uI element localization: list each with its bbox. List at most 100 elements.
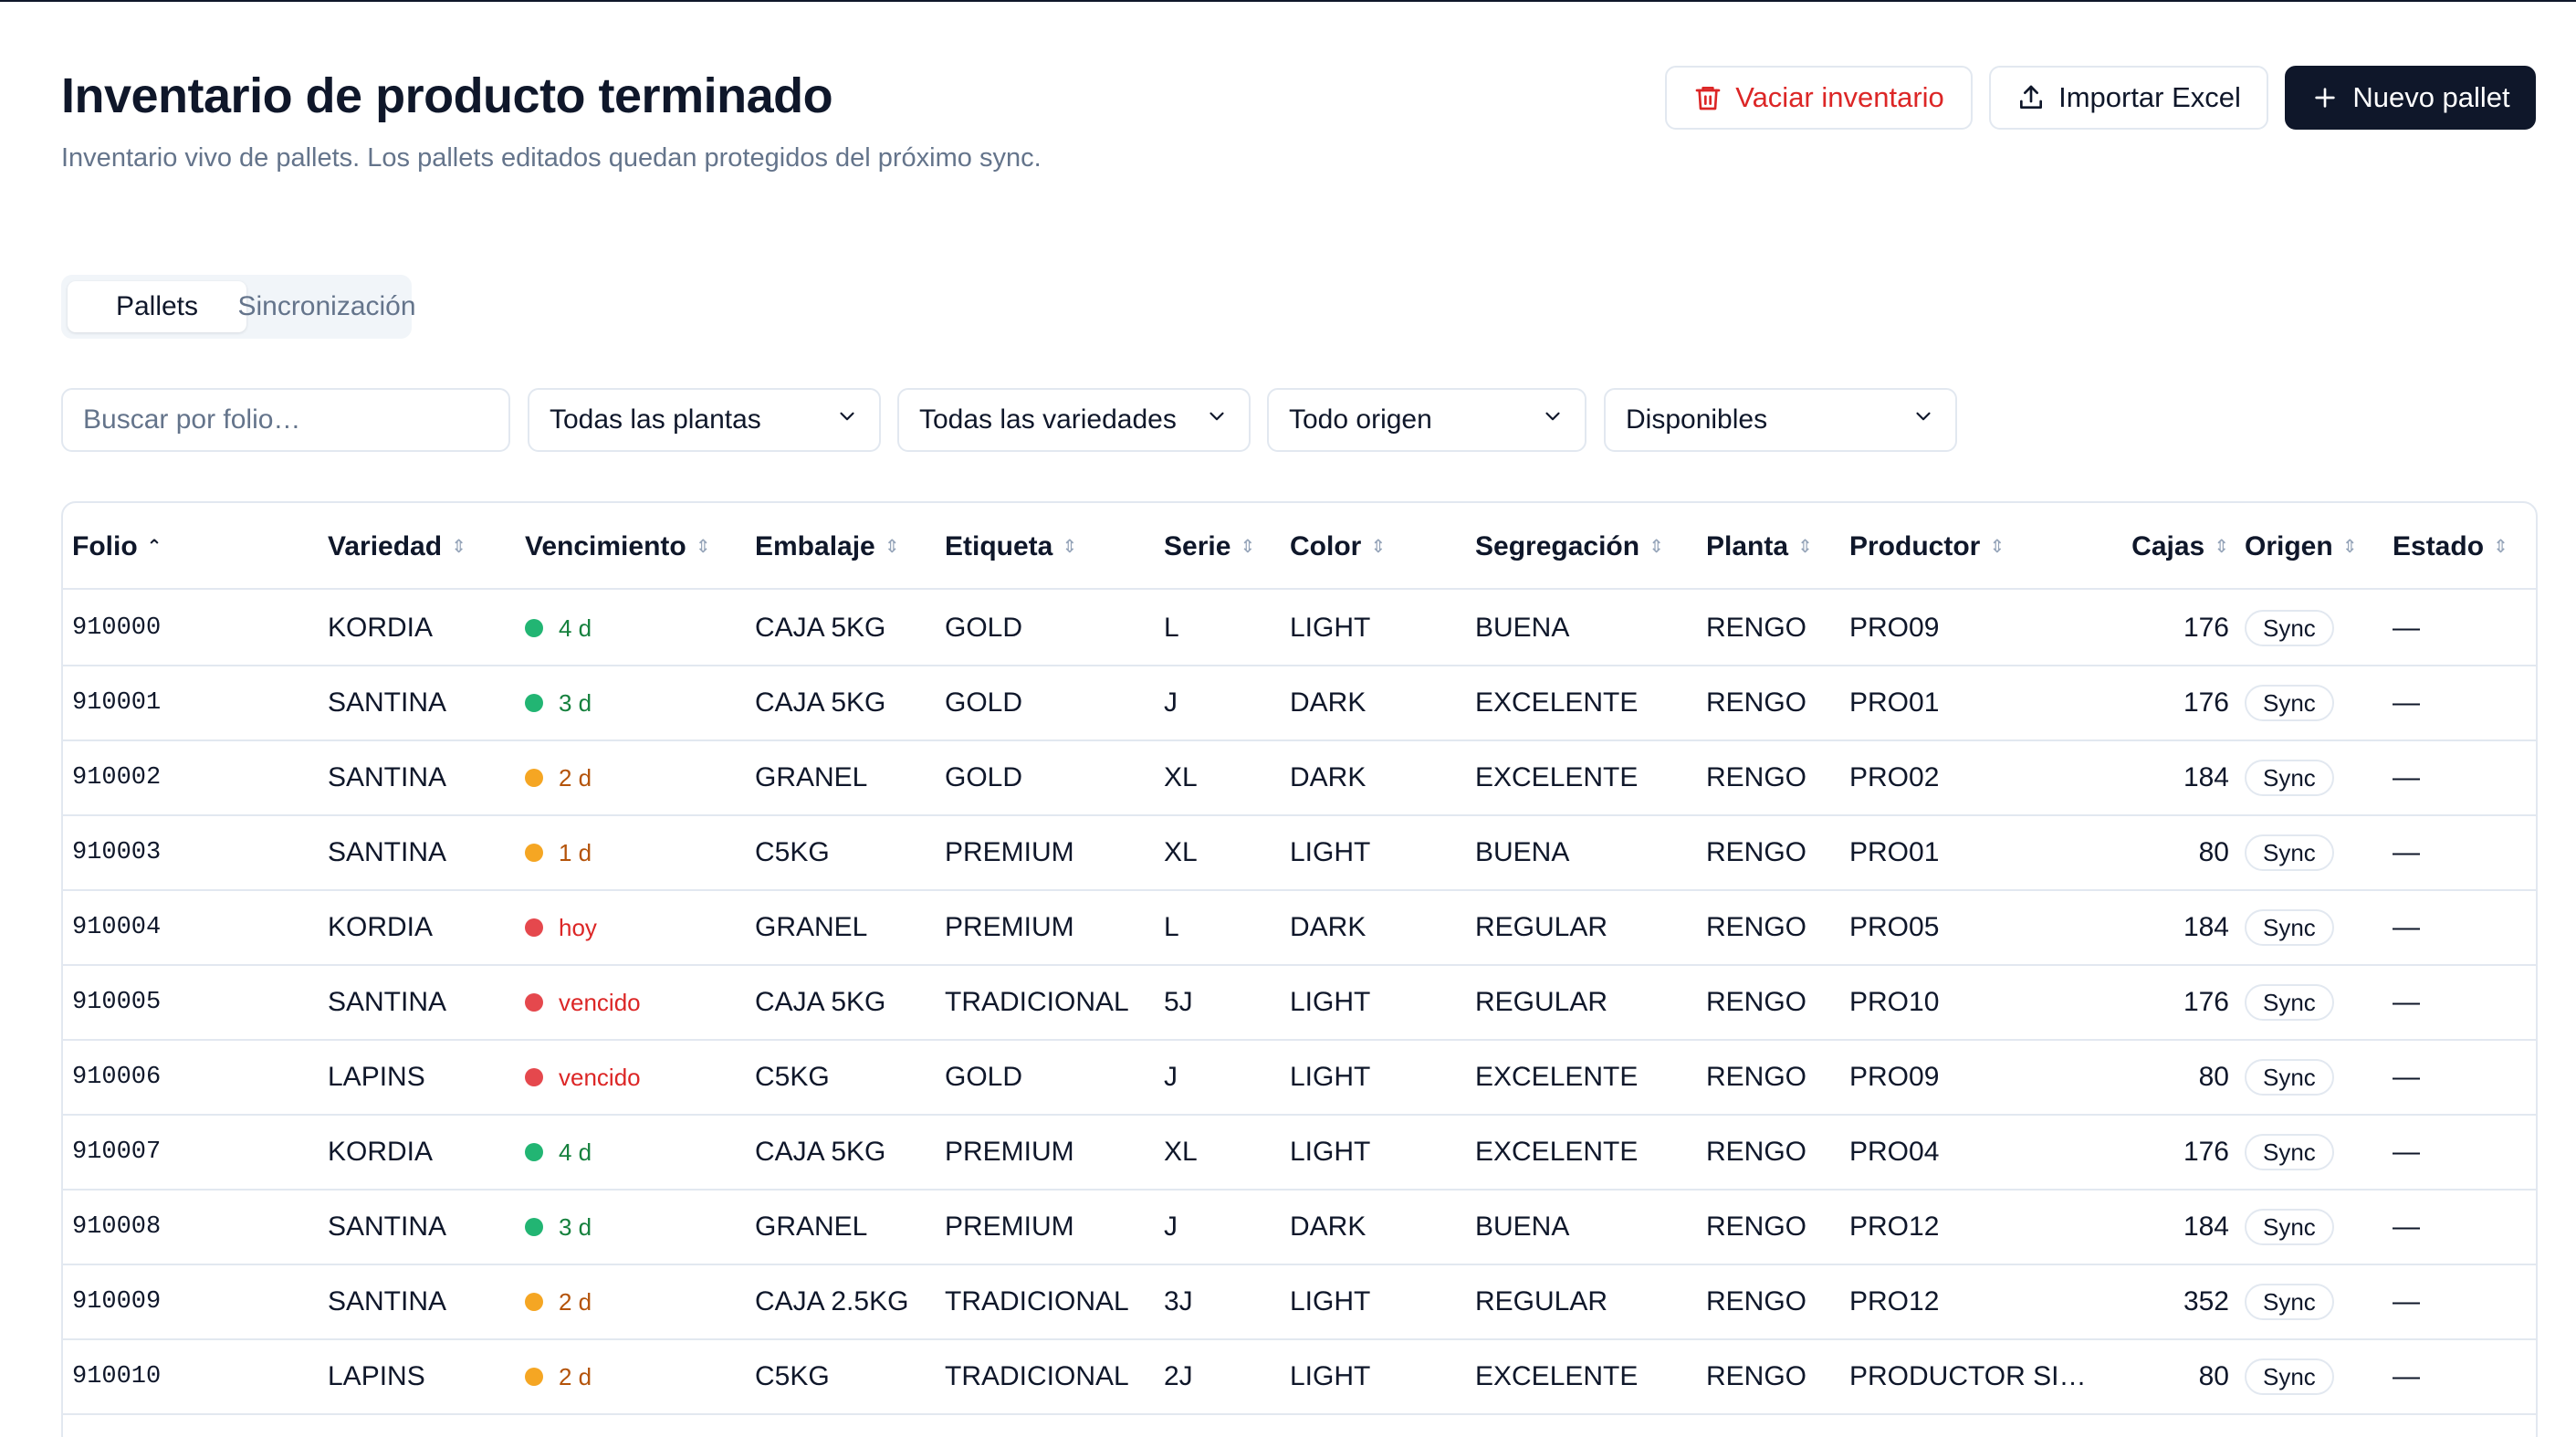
folio-cell: 910005 [72, 989, 162, 1016]
estado-cell: — [2393, 987, 2420, 1017]
vencimiento-text: 1 d [559, 838, 592, 866]
productor-cell: PRO01 [1849, 687, 1940, 718]
table-row[interactable]: 910001 SANTINA 3 d CAJA 5KG GOLD J DARK EXCELEN… [63, 666, 2536, 741]
origin-badge: Sync [2245, 1209, 2334, 1245]
serie-cell: XL [1164, 762, 1198, 792]
variety-select-value: Todas las variedades [919, 404, 1177, 435]
search-input[interactable] [83, 404, 488, 435]
chevron-down-icon [1911, 404, 1935, 435]
column-header-etiqueta[interactable]: Etiqueta ⇕ [945, 503, 1155, 590]
origen-cell: Sync [2245, 1191, 2354, 1264]
status-dot-icon [525, 918, 543, 937]
column-header-productor[interactable]: Productor ⇕ [1849, 503, 2101, 590]
origen-cell: Sync [2245, 1265, 2354, 1338]
tab-pallets[interactable]: Pallets [68, 281, 246, 332]
clear-inventory-button[interactable]: Vaciar inventario [1665, 66, 1973, 130]
status-dot-icon [525, 993, 543, 1012]
segregacion-cell: EXCELENTE [1475, 1062, 1639, 1092]
column-header-vencimiento[interactable]: Vencimiento ⇕ [525, 503, 735, 590]
variety-select[interactable]: Todas las variedades [897, 388, 1251, 452]
table-row[interactable]: 910008 SANTINA 3 d GRANEL PREMIUM J DARK BUENA R… [63, 1191, 2536, 1265]
column-header-label: Vencimiento [525, 530, 686, 561]
folio-cell: 910008 [72, 1213, 162, 1241]
table-row[interactable]: 910004 KORDIA hoy GRANEL PREMIUM L DARK REGULAR… [63, 891, 2536, 966]
embalaje-cell: C5KG [755, 1062, 830, 1092]
search-box [61, 388, 510, 452]
table-row[interactable]: 910002 SANTINA 2 d GRANEL GOLD XL DARK EXCELENT… [63, 741, 2536, 816]
origen-cell: Sync [2245, 666, 2354, 739]
cajas-cell: 80 [2198, 837, 2229, 867]
vencimiento-cell: 3 d [525, 666, 735, 739]
view-tabs: Pallets Sincronización [61, 275, 416, 339]
new-pallet-button[interactable]: Nuevo pallet [2285, 66, 2536, 130]
origen-cell: Sync [2245, 592, 2354, 665]
table-row[interactable]: 910000 KORDIA 4 d CAJA 5KG GOLD L LIGHT BUENA RE… [63, 592, 2536, 666]
productor-cell: PRO09 [1849, 1062, 1940, 1092]
origin-select[interactable]: Todo origen [1267, 388, 1586, 452]
table-row[interactable]: 910006 LAPINS vencido C5KG GOLD J LIGHT EXCELEN… [63, 1041, 2536, 1116]
column-header-color[interactable]: Color ⇕ [1290, 503, 1463, 590]
embalaje-cell: CAJA 2.5KG [755, 1286, 909, 1316]
column-header-estado[interactable]: Estado ⇕ [2393, 503, 2520, 590]
table-row[interactable]: 910007 KORDIA 4 d CAJA 5KG PREMIUM XL LIGHT EXC… [63, 1116, 2536, 1191]
planta-cell: RENGO [1706, 1062, 1807, 1092]
column-header-folio[interactable]: Folio ⌃ [72, 503, 291, 590]
column-header-label: Folio [72, 530, 138, 561]
origen-cell: Sync [2245, 1340, 2354, 1413]
estado-cell: — [2393, 1361, 2420, 1391]
serie-cell: XL [1164, 837, 1198, 867]
tab-sincronizacion[interactable]: Sincronización [237, 281, 415, 332]
chevron-down-icon [1205, 404, 1229, 435]
column-header-embalaje[interactable]: Embalaje ⇕ [755, 503, 937, 590]
column-header-label: Estado [2393, 530, 2485, 561]
table-row[interactable]: 910005 SANTINA vencido CAJA 5KG TRADICIONAL 5… [63, 966, 2536, 1041]
segregacion-cell: BUENA [1475, 1211, 1570, 1242]
estado-cell: — [2393, 1286, 2420, 1316]
origen-cell: Sync [2245, 741, 2354, 814]
variedad-cell: SANTINA [328, 987, 447, 1017]
productor-cell: PRODUCTOR SI… [1849, 1361, 2087, 1391]
estado-cell: — [2393, 1062, 2420, 1092]
table-row[interactable]: 910010 LAPINS 2 d C5KG TRADICIONAL 2J LIGHT EXC… [63, 1340, 2536, 1415]
column-header-variedad[interactable]: Variedad ⇕ [328, 503, 510, 590]
sort-icon: ⇕ [1649, 537, 1664, 557]
column-header-segregacion[interactable]: Segregación ⇕ [1475, 503, 1694, 590]
status-select[interactable]: Disponibles [1604, 388, 1957, 452]
planta-cell: RENGO [1706, 837, 1807, 867]
import-excel-label: Importar Excel [2058, 81, 2241, 113]
embalaje-cell: CAJA 5KG [755, 613, 886, 643]
plant-select-value: Todas las plantas [550, 404, 761, 435]
origin-badge: Sync [2245, 834, 2334, 871]
variedad-cell: SANTINA [328, 762, 447, 792]
origin-badge: Sync [2245, 909, 2334, 946]
color-cell: DARK [1290, 762, 1367, 792]
cajas-cell: 176 [2183, 613, 2229, 643]
column-header-serie[interactable]: Serie ⇕ [1164, 503, 1283, 590]
vencimiento-cell: 2 d [525, 1340, 735, 1413]
plant-select[interactable]: Todas las plantas [528, 388, 881, 452]
status-dot-icon [525, 844, 543, 862]
column-header-planta[interactable]: Planta ⇕ [1706, 503, 1843, 590]
column-header-label: Planta [1706, 530, 1789, 561]
serie-cell: XL [1164, 1137, 1198, 1167]
color-cell: DARK [1290, 1211, 1367, 1242]
cajas-cell: 184 [2183, 762, 2229, 792]
serie-cell: 5J [1164, 987, 1193, 1017]
table-row[interactable]: 910009 SANTINA 2 d CAJA 2.5KG TRADICIONAL 3J L… [63, 1265, 2536, 1340]
import-excel-button[interactable]: Importar Excel [1989, 66, 2268, 130]
table-row[interactable]: 910003 SANTINA 1 d C5KG PREMIUM XL LIGHT BUENA R… [63, 816, 2536, 891]
segregacion-cell: EXCELENTE [1475, 1361, 1639, 1391]
column-header-origen[interactable]: Origen ⇕ [2245, 503, 2357, 590]
planta-cell: RENGO [1706, 912, 1807, 942]
origin-select-value: Todo origen [1289, 404, 1432, 435]
embalaje-cell: CAJA 5KG [755, 987, 886, 1017]
status-dot-icon [525, 1218, 543, 1236]
column-header-cajas[interactable]: Cajas ⇕ [2071, 503, 2229, 590]
sort-icon: ⇕ [2214, 537, 2229, 557]
origen-cell: Sync [2245, 1041, 2354, 1114]
origin-badge: Sync [2245, 610, 2334, 646]
folio-cell: 910002 [72, 764, 162, 792]
chevron-down-icon [835, 404, 859, 435]
pallets-table: Folio ⌃ Variedad ⇕ Vencimiento ⇕ Embalaje ⇕ … [61, 501, 2538, 1437]
vencimiento-text: vencido [559, 988, 641, 1016]
